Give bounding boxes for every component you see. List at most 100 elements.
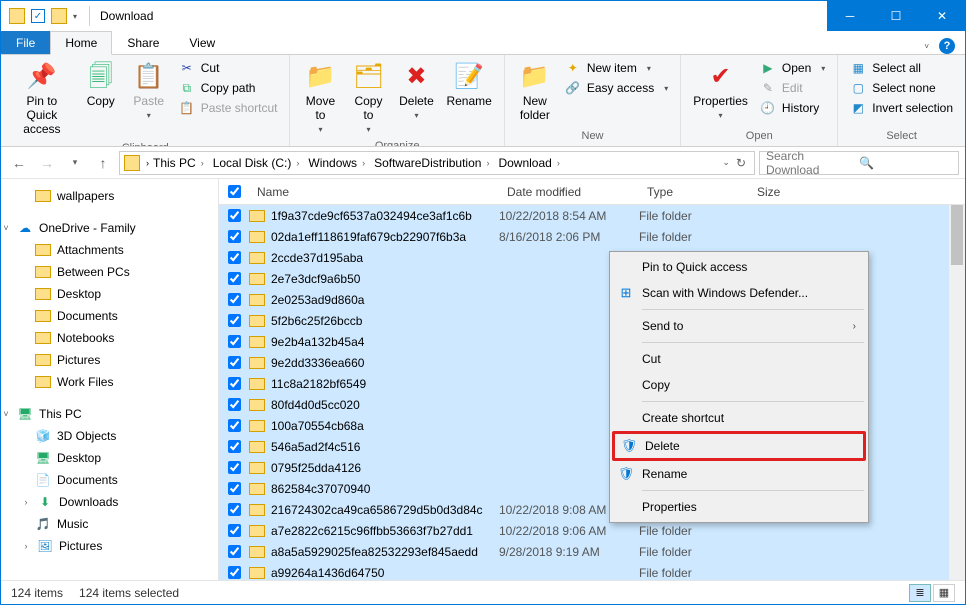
select-none-button[interactable]: ▢Select none [848,79,955,97]
qat-folder-icon[interactable] [51,8,67,24]
nav-item[interactable]: 🧊3D Objects [1,425,218,447]
row-checkbox[interactable] [228,566,241,579]
ctx-rename[interactable]: 🛡Rename [612,461,866,487]
scrollbar-thumb[interactable] [951,205,963,265]
row-checkbox[interactable] [228,440,241,453]
ctx-properties[interactable]: Properties [612,494,866,520]
edit-button[interactable]: ✎Edit [758,79,827,97]
rename-button[interactable]: 📝Rename [440,57,497,113]
row-checkbox[interactable] [228,356,241,369]
pin-to-quick-access-button[interactable]: 📌 Pin to Quickaccess [7,57,77,140]
history-button[interactable]: 🕘History [758,99,827,117]
row-checkbox[interactable] [228,524,241,537]
tab-view[interactable]: View [174,31,230,54]
row-checkbox[interactable] [228,293,241,306]
nav-onedrive[interactable]: ˅☁OneDrive - Family [1,217,218,239]
row-checkbox[interactable] [228,209,241,222]
copy-to-button[interactable]: 🗂Copyto▾ [344,57,392,138]
nav-item[interactable]: Work Files [1,371,218,393]
properties-button[interactable]: ✔Properties▾ [687,57,754,124]
details-view-button[interactable]: ≣ [909,584,931,602]
row-checkbox[interactable] [228,314,241,327]
close-button[interactable]: ✕ [919,1,965,31]
back-button[interactable]: ← [7,151,31,175]
row-checkbox[interactable] [228,503,241,516]
tab-share[interactable]: Share [112,31,174,54]
row-checkbox[interactable] [228,545,241,558]
address-bar[interactable]: › This PC› Local Disk (C:)› Windows› Sof… [119,151,755,175]
address-dropdown[interactable]: ⌄ [722,157,730,168]
ctx-cut[interactable]: Cut [612,346,866,372]
column-type[interactable]: Type [639,185,749,199]
row-checkbox[interactable] [228,272,241,285]
new-item-button[interactable]: ✦New item▾ [563,59,670,77]
nav-item[interactable]: Pictures [1,349,218,371]
select-all-button[interactable]: ▦Select all [848,59,955,77]
tab-home[interactable]: Home [50,31,112,55]
move-to-button[interactable]: 📁Moveto▾ [296,57,344,138]
ctx-send-to[interactable]: Send to› [612,313,866,339]
column-size[interactable]: Size [749,185,829,199]
scrollbar[interactable] [949,205,965,580]
nav-item[interactable]: ›⬇Downloads [1,491,218,513]
row-checkbox[interactable] [228,230,241,243]
nav-item[interactable]: 🎵Music [1,513,218,535]
row-checkbox[interactable] [228,482,241,495]
table-row[interactable]: a8a5a5929025fea82532293ef845aedd9/28/201… [219,541,965,562]
table-row[interactable]: 1f9a37cde9cf6537a032494ce3af1c6b10/22/20… [219,205,965,226]
row-checkbox[interactable] [228,419,241,432]
nav-item[interactable]: Notebooks [1,327,218,349]
maximize-button[interactable]: ☐ [873,1,919,31]
easy-access-button[interactable]: 🔗Easy access▾ [563,79,670,97]
search-box[interactable]: Search Download 🔍 [759,151,959,175]
cut-button[interactable]: ✂Cut [177,59,280,77]
new-folder-button[interactable]: 📁Newfolder [511,57,559,127]
refresh-button[interactable]: ↻ [736,156,746,170]
nav-item[interactable]: Documents [1,305,218,327]
nav-this-pc[interactable]: ˅🖥This PC [1,403,218,425]
minimize-button[interactable]: ─ [827,1,873,31]
qat-dropdown[interactable]: ▾ [73,12,77,21]
tab-file[interactable]: File [1,31,50,54]
ctx-pin-to-quick-access[interactable]: Pin to Quick access [612,254,866,280]
forward-button[interactable]: → [35,151,59,175]
row-checkbox[interactable] [228,461,241,474]
nav-item[interactable]: 🖥Desktop [1,447,218,469]
nav-item[interactable]: Attachments [1,239,218,261]
select-all-checkbox[interactable] [228,185,241,198]
copy-button[interactable]: 🗐 Copy [77,57,125,113]
nav-item[interactable]: ›🖼Pictures [1,535,218,557]
table-row[interactable]: a7e2822c6215c96ffbb53663f7b27dd110/22/20… [219,520,965,541]
qat-check-icon[interactable]: ✓ [31,9,45,23]
invert-selection-button[interactable]: ◩Invert selection [848,99,955,117]
table-row[interactable]: 02da1eff118619faf679cb22907f6b3a8/16/201… [219,226,965,247]
ribbon-collapse-button[interactable]: ˅ [924,42,929,51]
column-date[interactable]: Date modified [499,185,639,199]
nav-item[interactable]: wallpapers [1,185,218,207]
row-checkbox[interactable] [228,377,241,390]
table-row[interactable]: a99264a1436d64750File folder [219,562,965,580]
delete-button[interactable]: ✖Delete▾ [392,57,440,124]
paste-button[interactable]: 📋 Paste ▾ [125,57,173,124]
paste-shortcut-button[interactable]: 📋Paste shortcut [177,99,280,117]
nav-item[interactable]: Between PCs [1,261,218,283]
icons-view-button[interactable]: ▦ [933,584,955,602]
recent-locations-button[interactable]: ▾ [63,151,87,175]
ribbon-group-organize: 📁Moveto▾ 🗂Copyto▾ ✖Delete▾ 📝Rename Organ… [290,55,504,146]
row-checkbox[interactable] [228,251,241,264]
column-headers[interactable]: Name˄ Date modified Type Size [219,179,965,205]
ctx-create-shortcut[interactable]: Create shortcut [612,405,866,431]
nav-item[interactable]: 📄Documents [1,469,218,491]
ctx-copy[interactable]: Copy [612,372,866,398]
ctx-delete[interactable]: 🛡Delete [612,431,866,461]
column-name[interactable]: Name˄ [249,185,499,199]
row-checkbox[interactable] [228,335,241,348]
up-button[interactable]: ↑ [91,151,115,175]
nav-item[interactable]: Desktop [1,283,218,305]
row-checkbox[interactable] [228,398,241,411]
copy-path-button[interactable]: ⧉Copy path [177,79,280,97]
help-button[interactable]: ? [939,38,955,54]
ctx-scan-defender[interactable]: ⊞Scan with Windows Defender... [612,280,866,306]
open-button[interactable]: ▶Open▾ [758,59,827,77]
navigation-pane[interactable]: wallpapers ˅☁OneDrive - Family Attachmen… [1,179,219,580]
